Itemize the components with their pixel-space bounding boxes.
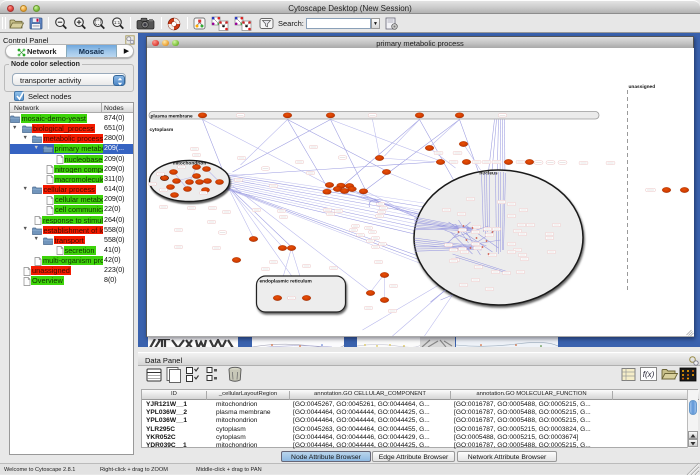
svg-text:endoplasmic reticulum: endoplasmic reticulum [259, 279, 311, 285]
svg-text:cytoplasm: cytoplasm [149, 127, 173, 133]
svg-text:unassigned: unassigned [628, 84, 655, 90]
svg-text:mitochondrion: mitochondrion [172, 161, 206, 167]
svg-text:plasma membrane: plasma membrane [150, 113, 192, 119]
svg-text:nucleus: nucleus [479, 171, 497, 177]
svg-text:1:1: 1:1 [114, 20, 121, 25]
